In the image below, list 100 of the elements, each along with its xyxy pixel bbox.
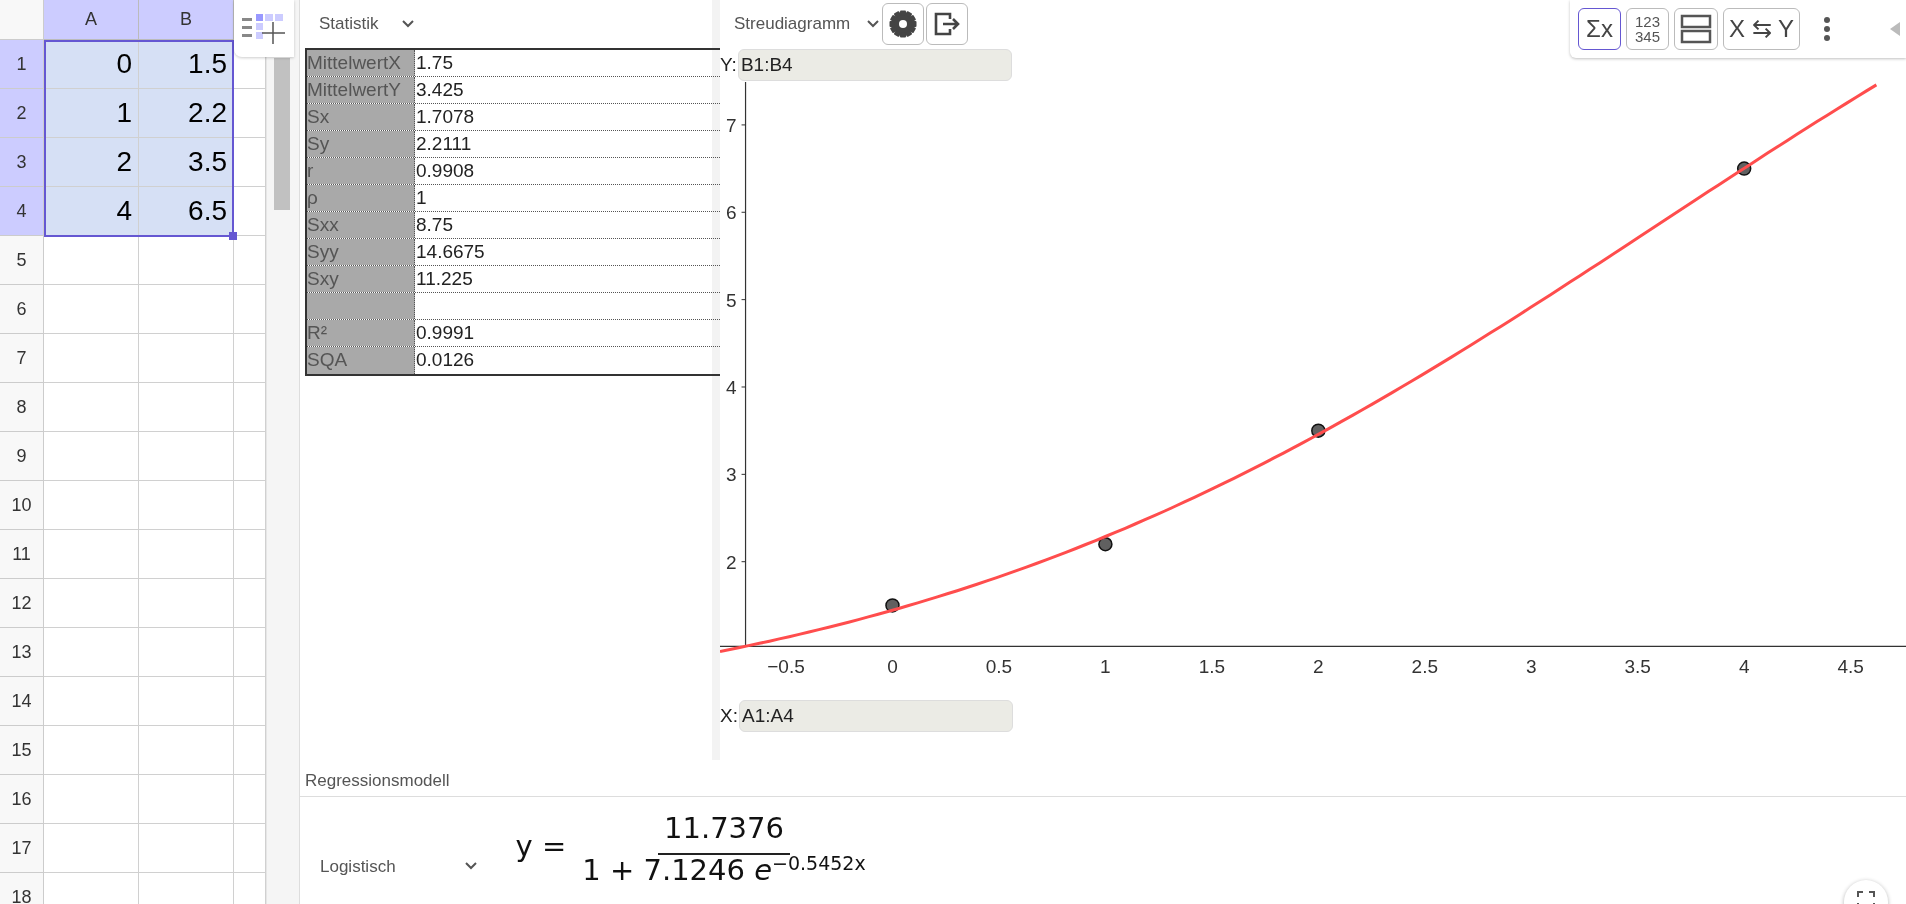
stat-value: 0.9908 — [415, 159, 476, 183]
data-point — [1736, 161, 1752, 176]
formula-text: 11.7376 — [658, 807, 790, 855]
export-icon — [933, 10, 962, 38]
tick-label: 2 — [1313, 656, 1324, 678]
row-header[interactable]: 15 — [0, 726, 44, 775]
stat-label: r — [307, 158, 415, 184]
split-icon — [1680, 14, 1712, 44]
row-header[interactable]: 8 — [0, 383, 44, 432]
input-field[interactable]: B1:B4 — [737, 49, 1012, 81]
tick-label: 2.5 — [1411, 656, 1438, 678]
row-header[interactable]: 9 — [0, 432, 44, 481]
row-header[interactable]: 4 — [0, 187, 44, 236]
column-header[interactable]: A — [44, 0, 139, 40]
column-header[interactable]: B — [139, 0, 234, 40]
table-icon[interactable] — [242, 11, 286, 46]
model-dropdown[interactable]: Logistisch — [314, 846, 478, 887]
stat-value: 11.225 — [415, 267, 474, 291]
export-button[interactable] — [926, 3, 969, 45]
row-header[interactable]: 13 — [0, 628, 44, 677]
table-cell — [234, 530, 266, 579]
table-cell — [234, 726, 266, 775]
caret-icon — [463, 861, 478, 872]
tick-label: 3.5 — [1624, 656, 1651, 678]
field-label: X: — [720, 703, 738, 728]
tool-button[interactable]: X ⇆ Y — [1723, 8, 1800, 50]
row-header[interactable]: 2 — [0, 89, 44, 138]
tick-label: 5 — [725, 289, 737, 311]
layout-button[interactable] — [1674, 8, 1718, 50]
stat-value: 3.425 — [415, 78, 465, 102]
tick-label: 1.5 — [1198, 656, 1226, 678]
view-dropdown[interactable]: Streudiagramm — [720, 0, 881, 48]
tool-button[interactable]: 123 345 — [1626, 8, 1669, 50]
tool-button[interactable]: Σx — [1578, 8, 1621, 50]
stat-label: Sxx — [307, 212, 415, 238]
data-point — [885, 598, 900, 613]
tick-label: 3 — [725, 464, 737, 486]
table-cell — [234, 579, 266, 628]
table-cell — [234, 285, 266, 334]
tick-label: 4 — [1738, 656, 1750, 678]
fullscreen-icon — [1857, 891, 1875, 904]
tick-label: 0 — [887, 656, 898, 678]
table-cell: 4 — [44, 187, 139, 236]
corner-cell[interactable] — [0, 0, 44, 40]
row-header[interactable]: 17 — [0, 824, 44, 873]
view-dropdown[interactable]: Statistik — [305, 0, 415, 48]
table-cell — [234, 383, 266, 432]
scrollbar-thumb[interactable] — [274, 58, 290, 210]
stat-label: Sy — [307, 131, 415, 157]
row-header[interactable]: 5 — [0, 236, 44, 285]
data-point — [1311, 423, 1326, 438]
table-cell: 0 — [44, 40, 139, 89]
tick-label: 4 — [725, 377, 737, 398]
stat-label: MittelwertY — [307, 77, 415, 103]
stat-value: 2.2111 — [415, 132, 473, 156]
stat-value: 14.6675 — [415, 240, 486, 264]
table-cell: 6.5 — [139, 187, 234, 236]
table-cell — [234, 824, 266, 873]
row-header[interactable]: 1 — [0, 40, 44, 89]
table-cell — [234, 334, 266, 383]
stat-label: Sx — [307, 104, 415, 130]
formula-text: y = — [515, 827, 567, 865]
row-header[interactable]: 6 — [0, 285, 44, 334]
stat-label: R² — [307, 320, 415, 346]
table-cell — [234, 775, 266, 824]
settings-button[interactable] — [882, 3, 925, 45]
table-cell: 2.2 — [139, 89, 234, 138]
stat-value: 1.7078 — [415, 105, 476, 129]
table-cell: 2 — [44, 138, 139, 187]
table-cell — [234, 677, 266, 726]
field-label: Y: — [720, 52, 737, 77]
tick-label: 4.5 — [1837, 656, 1864, 678]
row-header[interactable]: 10 — [0, 481, 44, 530]
input-field[interactable]: A1:A4 — [738, 700, 1013, 732]
data-point — [1098, 537, 1113, 552]
tick-label: 6 — [725, 202, 737, 224]
row-header[interactable]: 16 — [0, 775, 44, 824]
more-icon[interactable] — [1822, 16, 1831, 42]
stat-label: Sxy — [307, 266, 415, 292]
tick-label: 1 — [1100, 656, 1111, 678]
fill-handle[interactable] — [229, 232, 237, 240]
tick-label: 7 — [725, 114, 737, 136]
stat-label: MittelwertX — [307, 50, 415, 76]
caret-icon — [400, 19, 415, 29]
stat-value: 1.75 — [415, 51, 454, 75]
stat-value: 0.0126 — [415, 348, 476, 372]
table-cell — [234, 89, 266, 138]
row-header[interactable]: 12 — [0, 579, 44, 628]
row-header[interactable]: 14 — [0, 677, 44, 726]
stat-label: ρ — [307, 185, 415, 211]
row-header[interactable]: 11 — [0, 530, 44, 579]
table-cell — [234, 481, 266, 530]
table-cell: 3.5 — [139, 138, 234, 187]
row-header[interactable]: 3 — [0, 138, 44, 187]
tick-label: 3 — [1525, 656, 1537, 678]
formula-text: 1 + 7.1246 e$^{−0.5452x}$ — [581, 854, 867, 887]
table-cell — [234, 138, 266, 187]
row-header[interactable]: 18 — [0, 873, 44, 904]
row-header[interactable]: 7 — [0, 334, 44, 383]
section-title: Regressionsmodell — [300, 760, 1906, 797]
